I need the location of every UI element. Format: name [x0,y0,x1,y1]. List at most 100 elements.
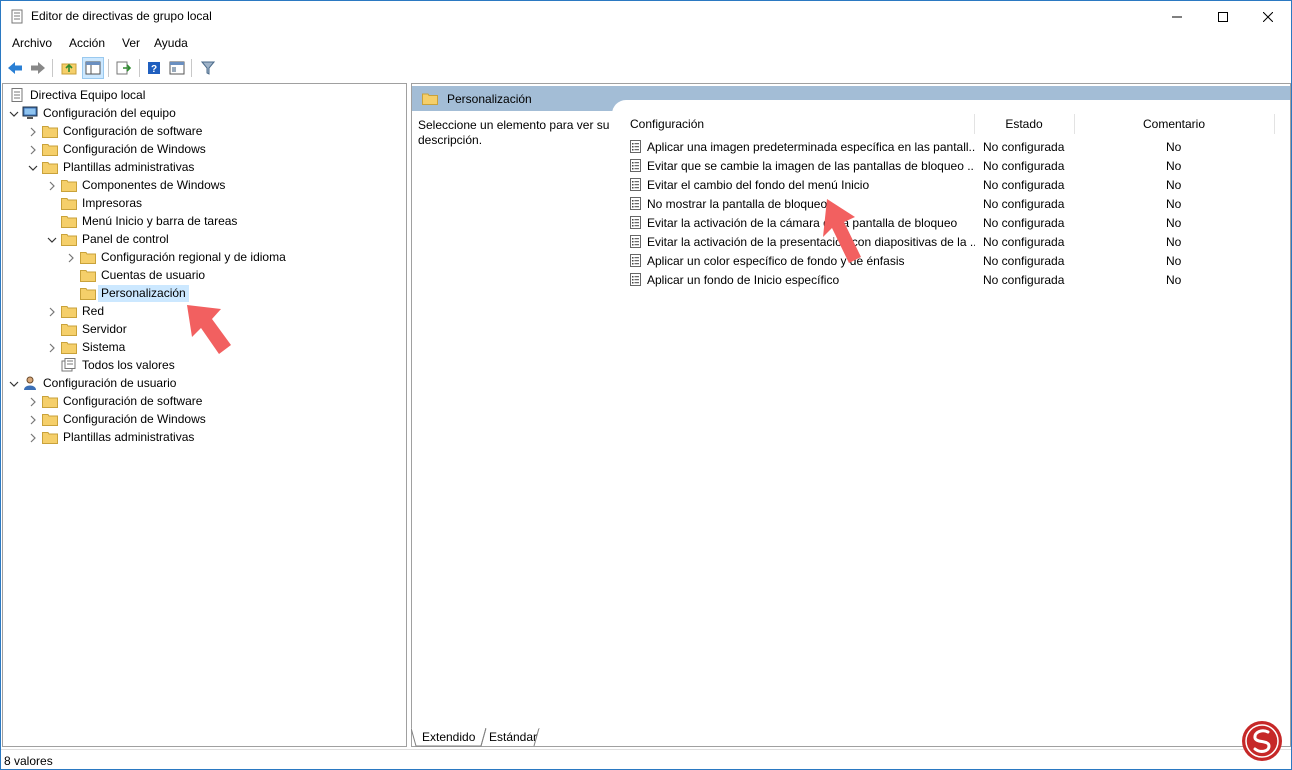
list-item[interactable]: No mostrar la pantalla de bloqueo No conf… [620,194,1290,213]
tree-item-label: Configuración de Windows [63,412,206,426]
chevron-right-icon[interactable] [28,144,38,155]
tree-item[interactable]: Configuración regional y de idioma [3,248,406,266]
console-tree[interactable]: Directiva Equipo local Configuración del … [2,83,407,747]
tree-item[interactable]: Menú Inicio y barra de tareas [3,212,406,230]
up-one-level-button[interactable] [58,57,80,79]
tree-item[interactable]: Plantillas administrativas [3,428,406,446]
column-divider[interactable] [1274,114,1275,134]
tree-item[interactable]: Configuración del equipo [3,104,406,122]
column-header-comentario[interactable]: Comentario [1074,112,1274,136]
setting-comment: No [1166,273,1182,287]
filter-button[interactable] [197,57,219,79]
chevron-down-icon[interactable] [28,162,38,172]
chevron-down-icon[interactable] [9,108,19,118]
title-bar: Editor de directivas de grupo local [1,1,1291,32]
minimize-button[interactable] [1154,1,1200,32]
folder-icon [61,322,77,336]
tree-item-label: Plantillas administrativas [63,430,195,444]
list-item[interactable]: Aplicar un fondo de Inicio específico No … [620,270,1290,289]
folder-icon [42,412,58,426]
list-item[interactable]: Evitar el cambio del fondo del menú Inic… [620,175,1290,194]
column-header-estado[interactable]: Estado [974,112,1074,136]
menu-ver[interactable]: Ver [122,36,140,50]
description-text: Seleccione un elemento para ver su descr… [418,118,610,147]
chevron-right-icon[interactable] [28,126,38,137]
chevron-right-icon[interactable] [47,306,57,317]
list-item[interactable]: Aplicar una imagen predeterminada especí… [620,137,1290,156]
tree-item-label: Configuración de software [63,394,203,408]
list-item[interactable]: Evitar la activación de la presentación … [620,232,1290,251]
list-item[interactable]: Evitar la activación de la cámara de la … [620,213,1290,232]
setting-state: No configurada [983,159,1065,173]
chevron-right-icon[interactable] [66,252,76,263]
policy-setting-icon [630,178,641,191]
forward-button[interactable] [27,57,49,79]
setting-state: No configurada [983,216,1065,230]
tree-item-label: Sistema [82,340,126,354]
menu-accion[interactable]: Acción [69,36,105,50]
setting-state: No configurada [983,235,1065,249]
list-item[interactable]: Aplicar un color específico de fondo y d… [620,251,1290,270]
policy-setting-icon [630,235,641,248]
folder-icon [80,268,96,282]
tree-item[interactable]: Componentes de Windows [3,176,406,194]
menu-ayuda[interactable]: Ayuda [154,36,188,50]
setting-comment: No [1166,140,1182,154]
chevron-right-icon[interactable] [28,432,38,443]
tree-item[interactable]: Cuentas de usuario [3,266,406,284]
folder-icon [42,430,58,444]
up-folder-icon [61,63,77,75]
svg-text:?: ? [151,64,157,75]
tree-item[interactable]: Configuración de usuario [3,374,406,392]
chevron-right-icon[interactable] [47,342,57,353]
tree-item[interactable]: Configuración de Windows [3,410,406,428]
tree-item[interactable]: Impresoras [3,194,406,212]
chevron-right-icon[interactable] [47,180,57,191]
setting-name: Evitar la activación de la presentación … [647,235,975,249]
tree-item[interactable]: Panel de control [3,230,406,248]
tree-item-label: Menú Inicio y barra de tareas [82,214,238,228]
tab-extendido[interactable]: Extendido [422,728,475,746]
tree-item-label: Personalización [98,285,189,302]
close-button[interactable] [1245,1,1291,32]
chevron-right-icon[interactable] [28,396,38,407]
folder-icon [61,196,77,210]
tree-item[interactable]: Configuración de software [3,122,406,140]
tab-estandar[interactable]: Estándar [489,728,537,746]
list-item[interactable]: Evitar que se cambie la imagen de las pa… [620,156,1290,175]
setting-name: Aplicar un fondo de Inicio específico [647,273,840,287]
chevron-down-icon[interactable] [9,378,19,388]
tree-item[interactable]: Configuración de Windows [3,140,406,158]
view-button[interactable] [166,57,188,79]
tree-item[interactable]: Configuración de software [3,392,406,410]
help-button[interactable]: ? [143,57,165,79]
show-hide-tree-icon [85,61,101,75]
export-list-button[interactable] [113,57,135,79]
chevron-right-icon[interactable] [28,414,38,425]
folder-icon [61,214,77,228]
folder-icon [61,340,77,354]
setting-name: Evitar el cambio del fondo del menú Inic… [647,178,870,192]
tree-item[interactable]: Personalización [3,284,406,302]
annotation-arrow-list [823,199,861,263]
policy-setting-icon [630,197,641,210]
export-list-icon [116,61,132,75]
chevron-down-icon[interactable] [47,234,57,244]
back-button[interactable] [4,57,26,79]
toolbar-separator [52,59,53,77]
menu-archivo[interactable]: Archivo [12,36,52,50]
window-title: Editor de directivas de grupo local [31,9,212,23]
policy-setting-icon [630,140,641,153]
setting-comment: No [1166,235,1182,249]
policy-setting-icon [630,159,641,172]
policy-setting-icon [630,216,641,229]
tree-item[interactable]: Directiva Equipo local [3,86,406,104]
status-bar: 8 valores [1,749,1291,770]
policy-editor-icon [11,9,23,24]
maximize-button[interactable] [1200,1,1246,32]
setting-state: No configurada [983,140,1065,154]
tree-item-label: Panel de control [82,232,169,246]
column-header-configuracion[interactable]: Configuración [630,112,970,136]
tree-item[interactable]: Plantillas administrativas [3,158,406,176]
show-hide-tree-button[interactable] [82,57,104,79]
